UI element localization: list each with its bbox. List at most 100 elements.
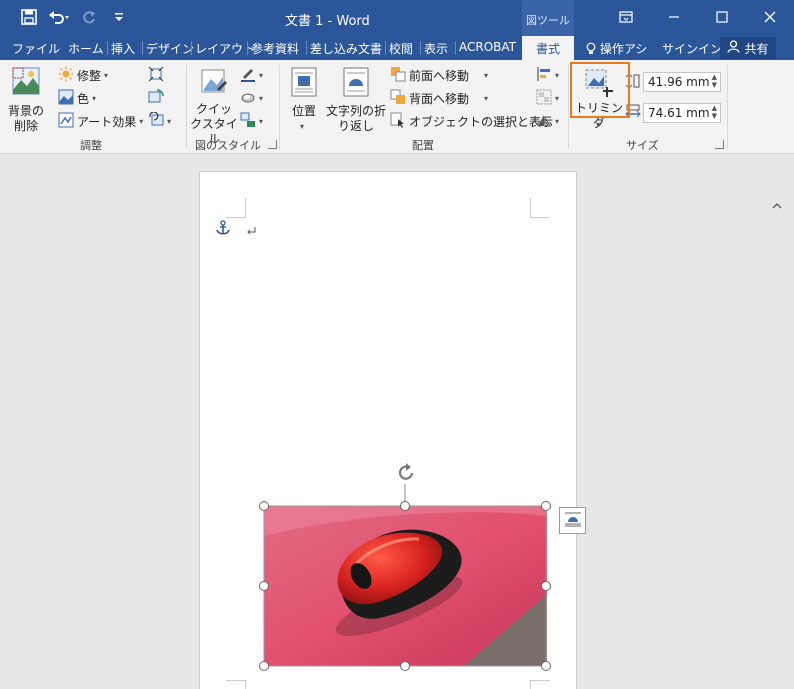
compress-pictures-button[interactable] [148, 66, 164, 85]
picture-tools-label: 図ツール [522, 0, 574, 36]
resize-handle-right[interactable] [541, 581, 551, 591]
height-spinner[interactable]: ▲ ▼ [712, 73, 717, 89]
size-launcher[interactable] [715, 140, 724, 149]
share-button[interactable]: 共有 [720, 37, 776, 59]
tab-view[interactable]: 表示 [419, 40, 448, 57]
minimize-icon[interactable] [650, 0, 698, 34]
redo-icon[interactable] [78, 6, 100, 28]
window-controls [602, 0, 794, 34]
width-spinner[interactable]: ▲ ▼ [712, 104, 717, 120]
tab-mailings[interactable]: 差し込み文書 [305, 40, 382, 57]
resize-handle-top[interactable] [400, 501, 410, 511]
remove-background-button[interactable]: 背景の削除 [6, 64, 46, 136]
reset-picture-button[interactable]: ▾ [148, 112, 171, 131]
selection-frame [263, 484, 547, 667]
color-button[interactable]: 色 ▾ [58, 89, 96, 108]
resize-handle-bottom-right[interactable] [541, 661, 551, 671]
selection-pane-label: オブジェクトの選択と表示 [409, 115, 554, 129]
tab-review[interactable]: 校閲 [384, 40, 413, 57]
tab-home[interactable]: ホーム [68, 40, 104, 57]
group-button[interactable]: ▾ [536, 89, 559, 108]
wrap-text-label: 文字列の折り返し [326, 104, 387, 133]
size-group-label: サイズ [626, 139, 659, 152]
tab-file[interactable]: ファイル [12, 40, 60, 57]
tell-me-box[interactable]: 操作アシ [586, 40, 647, 57]
share-label: 共有 [744, 41, 769, 56]
reset-picture-icon [148, 112, 164, 131]
send-backward-button[interactable]: 背面へ移動 ▾ [390, 89, 488, 108]
tab-layout[interactable]: レイアウト [190, 40, 255, 57]
crop-highlight [570, 62, 630, 118]
wrap-text-button[interactable]: 文字列の折り返し [326, 64, 386, 136]
tab-insert[interactable]: 挿入 [106, 40, 135, 57]
align-icon [536, 66, 552, 85]
margin-corner-top-right [530, 198, 550, 218]
shape-width-value: 74.61 mm [648, 106, 710, 120]
person-icon [727, 40, 741, 56]
artistic-effects-button[interactable]: アート効果 ▾ [58, 112, 143, 131]
picture-layout-icon [240, 112, 256, 131]
group-icon [536, 89, 552, 108]
selection-pane-button[interactable]: オブジェクトの選択と表示 [390, 112, 553, 131]
margin-corner-bottom-left [226, 680, 246, 689]
send-backward-icon [390, 89, 406, 108]
shape-height-input[interactable]: 41.96 mm ▲ ▼ [643, 72, 721, 92]
layout-options-icon [564, 511, 582, 530]
ribbon-display-icon[interactable] [602, 0, 650, 34]
resize-handle-bottom-left[interactable] [259, 661, 269, 671]
signin-link[interactable]: サインイン [662, 40, 722, 57]
customize-qat-icon[interactable] [108, 6, 130, 28]
close-icon[interactable] [746, 0, 794, 34]
remove-background-icon [11, 66, 41, 99]
change-picture-button[interactable] [148, 89, 164, 108]
corrections-label: 修整 [77, 69, 102, 83]
adjust-group-label: 調整 [80, 139, 102, 152]
layout-options-button[interactable] [559, 507, 586, 534]
tab-acrobat[interactable]: ACROBAT [455, 40, 516, 55]
shape-width-input[interactable]: 74.61 mm ▲ ▼ [643, 103, 721, 123]
compress-icon [148, 66, 164, 85]
position-label: 位置 [291, 104, 316, 118]
margin-corner-top-left [226, 198, 246, 218]
corrections-button[interactable]: 修整 ▾ [58, 66, 108, 85]
save-icon[interactable] [18, 6, 40, 28]
tab-references[interactable]: 参考資料 [246, 40, 299, 57]
picture-layout-button[interactable]: ▾ [240, 112, 263, 131]
ribbon: 背景の削除 修整 ▾ 色 ▾ アート効果 ▾ ▾ 調整 クイックスタイル ▾ ▾ ▾ … [0, 60, 794, 209]
collapse-ribbon-icon[interactable] [772, 200, 782, 213]
bring-forward-icon [390, 66, 406, 85]
anchor-icon [216, 220, 230, 239]
picture-styles-launcher[interactable] [268, 140, 277, 149]
resize-handle-top-left[interactable] [259, 501, 269, 511]
wrap-text-icon [343, 67, 369, 100]
position-icon [291, 67, 317, 100]
sun-icon [58, 66, 74, 85]
bring-forward-button[interactable]: 前面へ移動 ▾ [390, 66, 488, 85]
rotate-icon [536, 112, 552, 131]
resize-handle-top-right[interactable] [541, 501, 551, 511]
artistic-effects-label: アート効果 [77, 115, 137, 129]
artistic-effects-icon [58, 112, 74, 131]
bring-forward-label: 前面へ移動 [409, 69, 470, 83]
rotate-button[interactable]: ▾ [536, 112, 559, 131]
margin-corner-bottom-right [530, 680, 550, 689]
title-bar: 文書 1 - Word 図ツール [0, 0, 794, 36]
resize-handle-left[interactable] [259, 581, 269, 591]
rotate-handle-icon[interactable] [395, 462, 417, 487]
undo-icon[interactable] [48, 6, 70, 28]
quick-styles-button[interactable]: クイックスタイル [190, 64, 238, 146]
tab-format[interactable]: 書式 [522, 36, 574, 61]
lightbulb-icon [586, 42, 600, 56]
tell-me-text: 操作アシ [599, 42, 648, 56]
maximize-icon[interactable] [698, 0, 746, 34]
resize-handle-bottom[interactable] [400, 661, 410, 671]
picture-effects-button[interactable]: ▾ [240, 89, 263, 108]
quick-styles-icon [199, 67, 229, 100]
color-label: 色 [77, 92, 90, 106]
position-button[interactable]: 位置 ▾ [284, 64, 324, 136]
document-title: 文書 1 - Word [285, 14, 370, 29]
picture-border-button[interactable]: ▾ [240, 66, 263, 85]
tab-design[interactable]: デザイン [141, 40, 194, 57]
align-button[interactable]: ▾ [536, 66, 559, 85]
send-backward-label: 背面へ移動 [409, 92, 470, 106]
